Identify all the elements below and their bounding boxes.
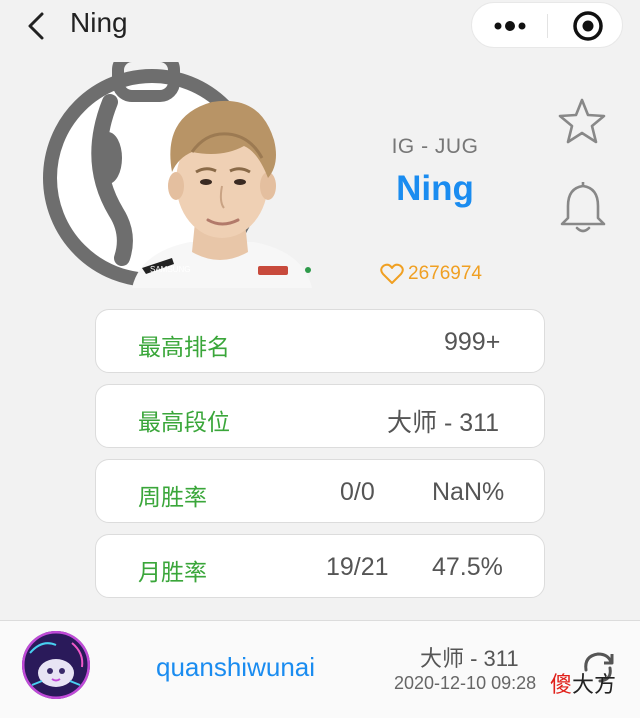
stat-rate: NaN%	[432, 478, 505, 506]
watermark: 傻大方	[550, 667, 616, 699]
more-button[interactable]	[472, 3, 547, 49]
back-button[interactable]	[18, 8, 54, 44]
heart-outline-icon	[380, 263, 404, 284]
player-name: Ning	[396, 169, 474, 208]
avatar-image	[22, 631, 90, 699]
stat-value: 大师 - 311	[387, 409, 500, 437]
username-link[interactable]: quanshiwunai	[156, 652, 315, 683]
page-title: Ning	[70, 7, 128, 38]
chevron-left-icon	[28, 12, 44, 40]
watermark-black-text: 大方	[572, 672, 617, 697]
stat-record: 19/21	[326, 553, 389, 581]
stat-rate: 47.5%	[432, 553, 503, 581]
stat-card-highest-tier: 最高段位 大师 - 311	[95, 384, 545, 448]
close-mini-program-button[interactable]	[548, 3, 623, 49]
likes-count: 2676974	[408, 263, 482, 284]
stat-card-weekly-winrate: 周胜率 0/0 NaN%	[95, 459, 545, 523]
stat-card-highest-rank: 最高排名 999+	[95, 309, 545, 373]
notify-button[interactable]	[558, 180, 608, 234]
stat-label: 月胜率	[138, 559, 207, 585]
stat-value: 999+	[444, 328, 501, 356]
stat-label: 最高排名	[138, 334, 230, 360]
star-outline-icon	[558, 98, 606, 144]
account-row: quanshiwunai 大师 - 311 2020-12-10 09:28 傻…	[0, 621, 640, 718]
stat-label: 周胜率	[138, 484, 207, 510]
stat-label: 最高段位	[138, 409, 230, 435]
account-rank: 大师 - 311	[420, 646, 519, 671]
watermark-red-text: 傻	[550, 672, 573, 697]
stat-card-monthly-winrate: 月胜率 19/21 47.5%	[95, 534, 545, 598]
player-info: IG - JUG Ning	[340, 135, 530, 209]
more-dots-icon	[494, 21, 526, 31]
bell-outline-icon	[560, 182, 606, 233]
target-circle-icon	[573, 11, 603, 41]
jersey-text: SAMSUNG	[150, 265, 190, 274]
player-photo: SAMSUNG	[22, 62, 312, 288]
top-bar: Ning	[0, 0, 640, 52]
team-position: IG - JUG	[391, 135, 479, 158]
favorite-button[interactable]	[556, 96, 608, 148]
likes-button[interactable]: 2676974	[380, 261, 482, 287]
mini-program-capsule	[471, 2, 623, 48]
last-updated-time: 2020-12-10 09:28	[394, 673, 537, 693]
team-logo-illustration: SAMSUNG	[43, 62, 312, 288]
avatar[interactable]	[22, 631, 90, 699]
stat-record: 0/0	[340, 478, 375, 506]
